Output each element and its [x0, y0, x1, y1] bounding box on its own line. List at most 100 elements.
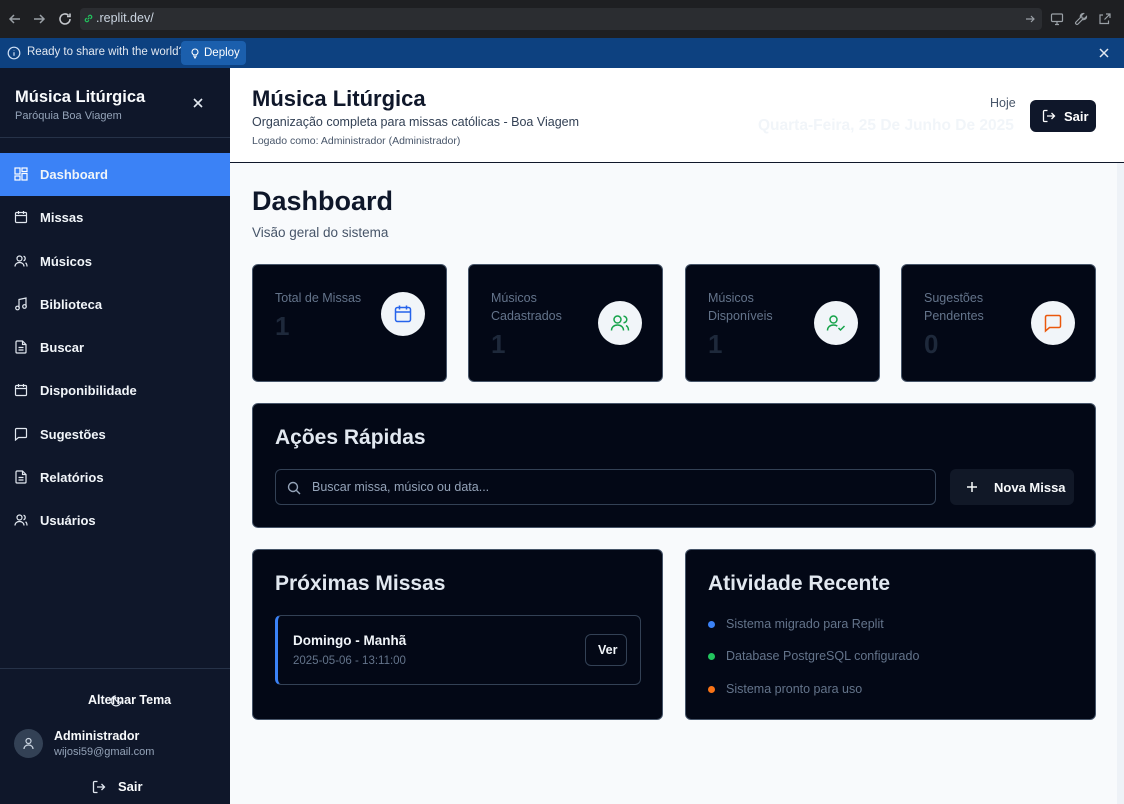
status-dot	[708, 653, 715, 660]
sidebar: Música Litúrgica Paróquia Boa Viagem Das…	[0, 68, 230, 804]
stat-icon-bg	[814, 301, 858, 345]
address-bar[interactable]: .replit.dev/	[80, 8, 1042, 30]
app-title: Música Litúrgica	[15, 88, 146, 106]
sidebar-item-label: Sugestões	[40, 426, 106, 442]
view-label: Ver	[598, 643, 618, 657]
close-sidebar-icon[interactable]	[191, 96, 205, 110]
page-title: Dashboard	[252, 186, 394, 216]
quick-actions-title: Ações Rápidas	[275, 426, 426, 449]
sidebar-item-missas[interactable]: Missas	[0, 196, 230, 239]
mass-datetime: 2025-05-06 - 13:11:00	[293, 655, 406, 667]
mass-name: Domingo - Manhã	[293, 633, 407, 648]
stat-value: 1	[708, 329, 723, 359]
forward-arrow-icon[interactable]	[31, 11, 47, 27]
scroll-edge	[1117, 163, 1124, 804]
sidebar-item-label: Relatórios	[40, 470, 104, 486]
upcoming-masses-title: Próximas Missas	[275, 572, 446, 595]
browser-toolbar: .replit.dev/	[0, 0, 1124, 38]
user-email: wijosi59@gmail.com	[54, 746, 155, 758]
deploy-button[interactable]: Deploy	[181, 41, 246, 65]
stat-label: Músicos Cadastrados	[491, 291, 562, 323]
sidebar-item-buscar[interactable]: Buscar	[0, 326, 230, 369]
sidebar-item-label: Usuários	[40, 513, 96, 529]
header-title: Música Litúrgica	[252, 86, 426, 111]
logout-button[interactable]: Sair	[1030, 100, 1096, 132]
search-input[interactable]	[312, 470, 922, 504]
monitor-icon[interactable]	[1050, 12, 1064, 26]
calendar-icon	[394, 305, 412, 323]
sidebar-item-label: Missas	[40, 210, 84, 226]
logged-in-as: Logado como: Administrador (Administrado…	[252, 135, 461, 147]
wrench-icon[interactable]	[1074, 12, 1088, 26]
sidebar-item-label: Biblioteca	[40, 296, 103, 312]
sidebar-item-label: Músicos	[40, 253, 93, 269]
sidebar-item-dashboard[interactable]: Dashboard	[0, 153, 230, 197]
sidebar-item-label: Disponibilidade	[40, 383, 137, 399]
today-label: Hoje	[990, 96, 1016, 110]
divider	[0, 668, 230, 669]
stat-value: 0	[924, 329, 939, 359]
logout-icon	[1042, 109, 1056, 123]
search-field	[275, 469, 936, 505]
sidebar-item-musicos[interactable]: Músicos	[0, 240, 230, 283]
stat-icon-bg	[1031, 301, 1075, 345]
sidebar-item-label: Dashboard	[40, 167, 108, 182]
sidebar-item-disponibilidade[interactable]: Disponibilidade	[0, 369, 230, 412]
document-icon	[14, 340, 28, 354]
deploy-label: Deploy	[204, 47, 240, 59]
dashboard-icon	[14, 167, 28, 181]
open-external-icon[interactable]	[1098, 12, 1112, 26]
activity-text: Sistema migrado para Replit	[726, 617, 884, 631]
page-header: Música Litúrgica Organização completa pa…	[230, 68, 1124, 163]
sidebar-nav: Dashboard Missas Músicos Biblioteca Busc…	[0, 153, 230, 543]
banner-text: Ready to share with the world?	[27, 46, 185, 58]
toggle-theme-button[interactable]: Alternar Tema	[88, 693, 171, 707]
sidebar-logout-button[interactable]: Sair	[92, 779, 152, 795]
sidebar-item-sugestoes[interactable]: Sugestões	[0, 413, 230, 456]
link-icon	[83, 13, 94, 24]
upcoming-masses-card: Próximas Missas Domingo - Manhã 2025-05-…	[252, 549, 663, 720]
message-icon	[14, 427, 28, 441]
logout-label: Sair	[1064, 109, 1089, 124]
users-icon	[14, 254, 28, 268]
activity-item: Sistema migrado para Replit	[708, 616, 1078, 634]
quick-actions-card: Ações Rápidas Nova Missa	[252, 403, 1096, 528]
new-mass-button[interactable]: Nova Missa	[950, 469, 1074, 505]
sidebar-item-relatorios[interactable]: Relatórios	[0, 456, 230, 499]
stat-label: Sugestões Pendentes	[924, 291, 984, 323]
sidebar-item-usuarios[interactable]: Usuários	[0, 499, 230, 542]
sidebar-item-biblioteca[interactable]: Biblioteca	[0, 283, 230, 326]
moon-icon	[110, 694, 123, 707]
reload-icon[interactable]	[57, 11, 73, 27]
activity-text: Database PostgreSQL configurado	[726, 649, 920, 663]
back-arrow-icon[interactable]	[7, 11, 23, 27]
go-arrow-icon[interactable]	[1024, 13, 1036, 25]
users-icon	[14, 513, 28, 527]
new-mass-label: Nova Missa	[994, 480, 1066, 495]
deploy-banner: Ready to share with the world? Deploy	[0, 38, 1124, 68]
recent-activity-title: Atividade Recente	[708, 572, 891, 595]
close-icon[interactable]	[1098, 47, 1110, 59]
stat-card-sugestoes-pendentes: Sugestões Pendentes 0	[901, 264, 1096, 382]
page-subtitle: Visão geral do sistema	[252, 225, 389, 240]
mass-list-item: Domingo - Manhã 2025-05-06 - 13:11:00 Ve…	[275, 615, 641, 685]
stat-value: 1	[491, 329, 506, 359]
status-dot	[708, 621, 715, 628]
stat-value: 1	[275, 311, 290, 341]
user-name: Administrador	[54, 729, 140, 743]
current-date: Quarta-Feira, 25 De Junho De 2025	[758, 117, 1014, 134]
status-dot	[708, 686, 715, 693]
view-mass-button[interactable]: Ver	[585, 634, 627, 666]
activity-item: Database PostgreSQL configurado	[708, 648, 1078, 666]
activity-text: Sistema pronto para uso	[726, 682, 863, 696]
users-icon	[610, 315, 630, 331]
logout-label: Sair	[118, 779, 143, 794]
sidebar-item-label: Buscar	[40, 340, 85, 356]
music-note-icon	[14, 297, 28, 311]
recent-activity-card: Atividade Recente Sistema migrado para R…	[685, 549, 1096, 720]
document-icon	[14, 470, 28, 484]
search-icon	[287, 481, 301, 495]
message-icon	[1044, 314, 1062, 333]
stat-label: Músicos Disponíveis	[708, 291, 773, 323]
logout-icon	[92, 780, 106, 794]
